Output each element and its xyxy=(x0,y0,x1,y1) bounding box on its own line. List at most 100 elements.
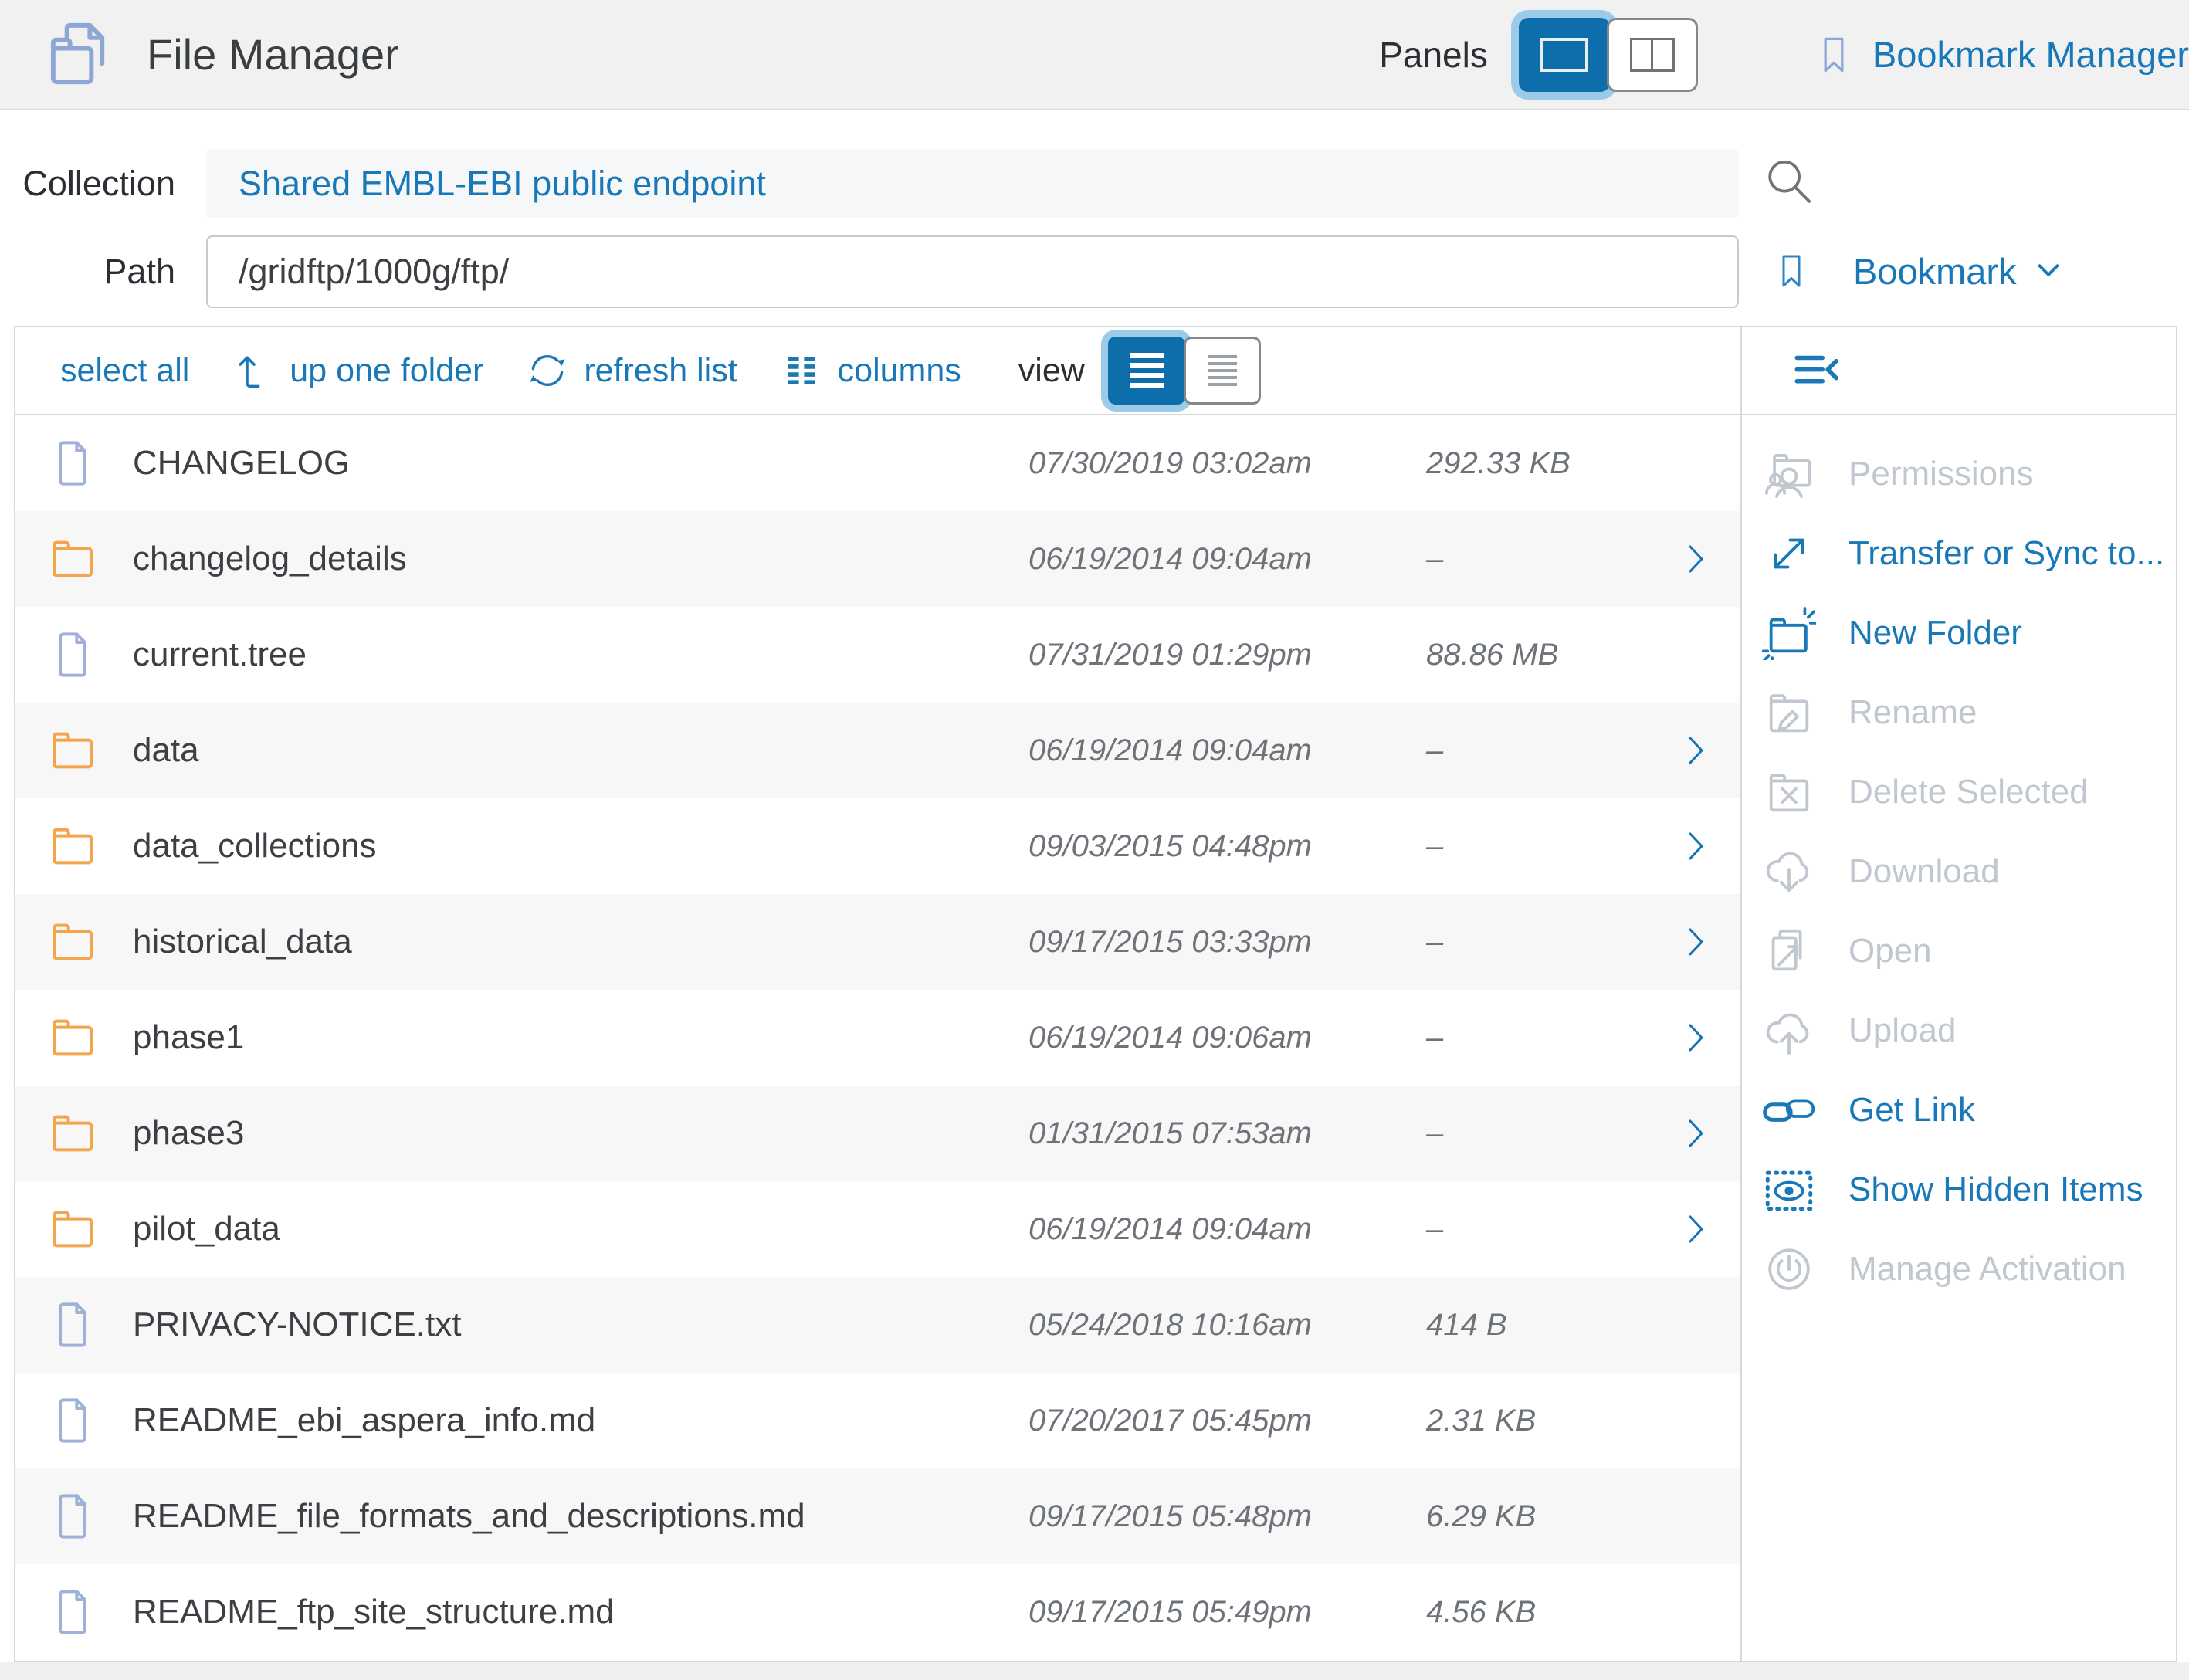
columns-label: columns xyxy=(838,352,961,390)
actions-sidebar: Permissions Transfer or Sync to... New F… xyxy=(1740,327,2176,1661)
chevron-right-icon[interactable] xyxy=(1677,1115,1714,1152)
sidebar-item-permissions[interactable]: Permissions xyxy=(1742,434,2176,513)
bookmark-dropdown[interactable]: Bookmark xyxy=(1773,241,2066,301)
file-date: 09/17/2015 03:33pm xyxy=(1028,894,1312,990)
sidebar-item-show-hidden-items[interactable]: Show Hidden Items xyxy=(1742,1150,2176,1229)
bookmark-icon xyxy=(1773,241,1810,301)
sidebar-item-new-folder[interactable]: New Folder xyxy=(1742,593,2176,672)
sidebar-item-label: Manage Activation xyxy=(1848,1250,2126,1289)
collection-field[interactable]: Shared EMBL-EBI public endpoint xyxy=(206,149,1739,218)
file-date: 09/17/2015 05:48pm xyxy=(1028,1468,1312,1564)
file-icon xyxy=(48,1492,97,1541)
download-icon xyxy=(1762,845,1816,899)
file-size: – xyxy=(1426,511,1443,607)
view-list-button[interactable] xyxy=(1108,337,1185,405)
file-row[interactable]: CHANGELOG 07/30/2019 03:02am 292.33 KB xyxy=(15,415,1740,511)
select-all-button[interactable]: select all xyxy=(60,352,189,390)
single-panel-icon xyxy=(1540,38,1588,72)
file-row[interactable]: current.tree 07/31/2019 01:29pm 88.86 MB xyxy=(15,607,1740,703)
chevron-right-icon[interactable] xyxy=(1677,732,1714,769)
up-one-folder-button[interactable]: up one folder xyxy=(232,350,483,391)
file-size: 4.56 KB xyxy=(1426,1564,1536,1660)
file-row[interactable]: phase3 01/31/2015 07:53am – xyxy=(15,1086,1740,1181)
file-name: phase1 xyxy=(133,990,244,1086)
file-row[interactable]: historical_data 09/17/2015 03:33pm – xyxy=(15,894,1740,990)
up-one-folder-label: up one folder xyxy=(290,352,483,390)
file-row[interactable]: phase1 06/19/2014 09:06am – xyxy=(15,990,1740,1086)
file-date: 09/03/2015 04:48pm xyxy=(1028,798,1312,894)
file-size: 2.31 KB xyxy=(1426,1373,1536,1468)
sidebar-item-transfer-or-sync-to[interactable]: Transfer or Sync to... xyxy=(1742,513,2176,593)
chevron-right-icon[interactable] xyxy=(1677,1211,1714,1248)
file-row[interactable]: data_collections 09/03/2015 04:48pm – xyxy=(15,798,1740,894)
sidebar-item-manage-activation[interactable]: Manage Activation xyxy=(1742,1229,2176,1309)
file-date: 07/31/2019 01:29pm xyxy=(1028,607,1312,703)
dual-panel-icon xyxy=(1630,38,1675,72)
view-compact-button[interactable] xyxy=(1184,337,1261,405)
file-row[interactable]: data 06/19/2014 09:04am – xyxy=(15,703,1740,798)
sidebar-item-label: Rename xyxy=(1848,693,1977,732)
file-icon xyxy=(48,1396,97,1445)
collapse-sidebar-button[interactable] xyxy=(1787,345,1845,396)
file-date: 07/30/2019 03:02am xyxy=(1028,415,1312,511)
file-list: CHANGELOG 07/30/2019 03:02am 292.33 KB c… xyxy=(15,415,1740,1660)
sidebar-actions: Permissions Transfer or Sync to... New F… xyxy=(1742,415,2176,1309)
panels-single-button[interactable] xyxy=(1519,18,1610,92)
transfer-icon xyxy=(1762,527,1816,581)
refresh-icon xyxy=(527,350,568,391)
file-size: – xyxy=(1426,990,1443,1086)
file-name: README_ebi_aspera_info.md xyxy=(133,1373,595,1468)
sidebar-item-upload[interactable]: Upload xyxy=(1742,991,2176,1070)
file-name: pilot_data xyxy=(133,1181,280,1277)
file-manager-app: File Manager Panels Bookmark Manager Col… xyxy=(0,0,2189,1680)
file-row[interactable]: README_ebi_aspera_info.md 07/20/2017 05:… xyxy=(15,1373,1740,1468)
app-header: File Manager Panels Bookmark Manager xyxy=(0,0,2189,110)
file-size: – xyxy=(1426,798,1443,894)
file-date: 06/19/2014 09:04am xyxy=(1028,703,1312,798)
bookmark-manager-label: Bookmark Manager xyxy=(1872,33,2189,76)
bookmark-manager-link[interactable]: Bookmark Manager xyxy=(1814,29,2189,80)
file-row[interactable]: README_file_formats_and_descriptions.md … xyxy=(15,1468,1740,1564)
file-name: README_ftp_site_structure.md xyxy=(133,1564,615,1660)
refresh-list-label: refresh list xyxy=(584,352,737,390)
chevron-right-icon[interactable] xyxy=(1677,1019,1714,1056)
sidebar-item-delete-selected[interactable]: Delete Selected xyxy=(1742,752,2176,832)
sidebar-item-download[interactable]: Download xyxy=(1742,832,2176,911)
chevron-right-icon[interactable] xyxy=(1677,828,1714,865)
file-size: 292.33 KB xyxy=(1426,415,1571,511)
sidebar-item-get-link[interactable]: Get Link xyxy=(1742,1070,2176,1150)
file-name: data_collections xyxy=(133,798,377,894)
file-name: historical_data xyxy=(133,894,352,990)
folder-icon xyxy=(48,1013,97,1062)
path-input[interactable] xyxy=(206,235,1739,308)
folder-icon xyxy=(48,917,97,967)
file-row[interactable]: PRIVACY-NOTICE.txt 05/24/2018 10:16am 41… xyxy=(15,1277,1740,1373)
file-icon xyxy=(48,1587,97,1637)
refresh-list-button[interactable]: refresh list xyxy=(527,350,737,391)
select-all-label: select all xyxy=(60,352,189,390)
sidebar-item-open[interactable]: Open xyxy=(1742,911,2176,991)
sidebar-item-rename[interactable]: Rename xyxy=(1742,672,2176,752)
chevron-right-icon[interactable] xyxy=(1677,540,1714,578)
file-name: changelog_details xyxy=(133,511,407,607)
file-name: README_file_formats_and_descriptions.md xyxy=(133,1468,805,1564)
view-toggle xyxy=(1108,337,1261,405)
file-row[interactable]: changelog_details 06/19/2014 09:04am – xyxy=(15,511,1740,607)
file-manager-icon xyxy=(42,18,116,91)
sidebar-item-label: Delete Selected xyxy=(1848,773,2089,811)
chevron-right-icon[interactable] xyxy=(1677,923,1714,960)
get-link-icon xyxy=(1762,1083,1816,1137)
columns-button[interactable]: columns xyxy=(781,350,961,391)
sidebar-item-label: Open xyxy=(1848,932,1932,970)
file-date: 06/19/2014 09:06am xyxy=(1028,990,1312,1086)
toolbar: select all up one folder refresh list co… xyxy=(15,327,1740,415)
bookmark-label: Bookmark xyxy=(1853,250,2017,293)
file-date: 05/24/2018 10:16am xyxy=(1028,1277,1312,1373)
file-row[interactable]: README_ftp_site_structure.md 09/17/2015 … xyxy=(15,1564,1740,1660)
panels-dual-button[interactable] xyxy=(1607,18,1698,92)
chevron-down-icon xyxy=(2031,253,2066,289)
file-row[interactable]: pilot_data 06/19/2014 09:04am – xyxy=(15,1181,1740,1277)
file-date: 07/20/2017 05:45pm xyxy=(1028,1373,1312,1468)
file-browser: select all up one folder refresh list co… xyxy=(15,327,1740,1661)
search-icon[interactable] xyxy=(1762,153,1816,212)
